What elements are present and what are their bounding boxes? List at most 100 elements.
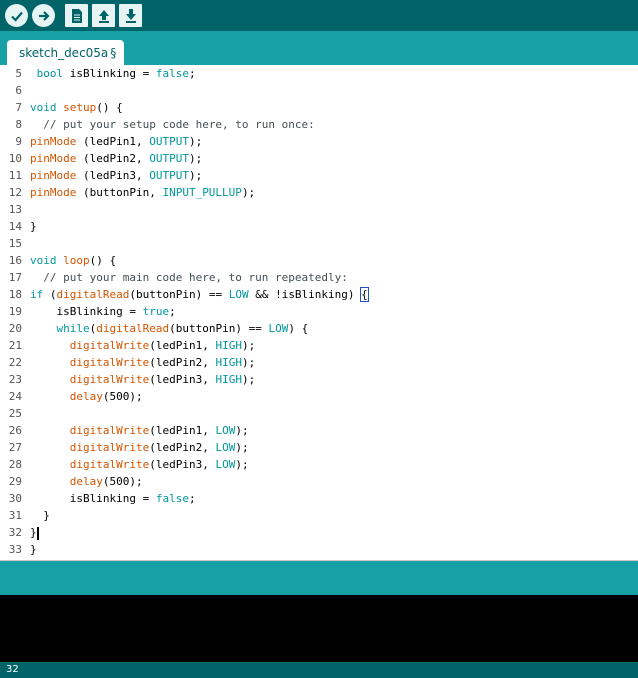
code-line[interactable]: 26 digitalWrite(ledPin1, LOW); [0,422,638,439]
line-number: 33 [8,543,22,556]
line-code: digitalWrite(ledPin2, HIGH); [69,356,256,369]
code-line[interactable]: 32} [0,524,638,541]
checkmark-icon [10,9,24,23]
line-code: } [30,220,37,233]
status-bar: 32 [0,662,638,678]
open-button[interactable] [92,4,115,27]
line-code: digitalWrite(ledPin2, LOW); [69,441,249,454]
line-code: } [30,526,39,540]
line-number: 28 [8,458,22,471]
line-number: 16 [8,254,22,267]
code-line[interactable]: 22 digitalWrite(ledPin2, HIGH); [0,354,638,371]
code-line[interactable]: 28 digitalWrite(ledPin3, LOW); [0,456,638,473]
new-file-icon [70,8,84,24]
code-line[interactable]: 7 void setup() { [0,99,638,116]
line-code: pinMode (ledPin3, OUTPUT); [30,169,203,182]
line-code: digitalWrite(ledPin3, HIGH); [69,373,256,386]
save-arrow-down-icon [124,8,138,24]
line-number: 14 [8,220,22,233]
code-line[interactable]: 9 pinMode (ledPin1, OUTPUT); [0,133,638,150]
code-line[interactable]: 23 digitalWrite(ledPin3, HIGH); [0,371,638,388]
line-number: 11 [8,169,22,182]
code-line[interactable]: 33} [0,541,638,558]
line-code: if (digitalRead(buttonPin) == LOW && !is… [30,287,369,302]
line-number: 7 [15,101,22,114]
code-line[interactable]: 13 [0,201,638,218]
line-code: // put your setup code here, to run once… [43,118,315,131]
code-line[interactable]: 6 [0,82,638,99]
line-code: void loop() { [30,254,117,267]
line-number: 22 [8,356,22,369]
line-code: delay(500); [69,475,143,488]
line-number: 32 [8,526,22,539]
code-lines: 5 bool isBlinking = false; 6 7 void setup()… [0,65,638,558]
code-line[interactable]: 24 delay(500); [0,388,638,405]
line-number: 31 [8,509,22,522]
toolbar [0,0,638,31]
code-line[interactable]: 16 void loop() { [0,252,638,269]
message-bar [0,561,638,595]
line-number: 29 [8,475,22,488]
code-line[interactable]: 10 pinMode (ledPin2, OUTPUT); [0,150,638,167]
code-line[interactable]: 8 // put your setup code here, to run on… [0,116,638,133]
code-line[interactable]: 12 pinMode (buttonPin, INPUT_PULLUP); [0,184,638,201]
line-code: pinMode (ledPin2, OUTPUT); [30,152,203,165]
line-number: 13 [8,203,22,216]
line-code: pinMode (buttonPin, INPUT_PULLUP); [30,186,256,199]
line-code: } [30,543,37,556]
code-line[interactable]: 19 isBlinking = true; [0,303,638,320]
line-number: 8 [15,118,22,131]
line-number: 9 [15,135,22,148]
line-code: pinMode (ledPin1, OUTPUT); [30,135,203,148]
code-line[interactable]: 20 while(digitalRead(buttonPin) == LOW) … [0,320,638,337]
line-code: isBlinking = true; [30,305,176,318]
code-line[interactable]: 18 if (digitalRead(buttonPin) == LOW && !… [0,286,638,303]
tab-label: sketch_dec05a [19,45,109,60]
code-line[interactable]: 14} [0,218,638,235]
line-number: 5 [15,67,22,80]
line-code: while(digitalRead(buttonPin) == LOW) { [56,322,309,335]
code-line[interactable]: 31 } [0,507,638,524]
code-line[interactable]: 11 pinMode (ledPin3, OUTPUT); [0,167,638,184]
tab-sketch[interactable]: sketch_dec05a § [7,40,125,65]
code-line[interactable]: 17 // put your main code here, to run re… [0,269,638,286]
line-code: // put your main code here, to run repea… [43,271,348,284]
code-line[interactable]: 29 delay(500); [0,473,638,490]
code-line[interactable]: 15 [0,235,638,252]
line-number: 25 [8,407,22,420]
line-code: void setup() { [30,101,123,114]
line-number: 26 [8,424,22,437]
verify-button[interactable] [5,4,28,27]
line-code: } [30,509,50,522]
line-number: 21 [8,339,22,352]
open-arrow-up-icon [97,8,111,24]
line-number: 23 [8,373,22,386]
code-line[interactable]: 5 bool isBlinking = false; [0,65,638,82]
line-code: isBlinking = false; [30,492,196,505]
line-number: 10 [8,152,22,165]
code-line[interactable]: 27 digitalWrite(ledPin2, LOW); [0,439,638,456]
line-number: 30 [8,492,22,505]
line-code: digitalWrite(ledPin1, LOW); [69,424,249,437]
line-number: 17 [8,271,22,284]
code-line[interactable]: 21 digitalWrite(ledPin1, HIGH); [0,337,638,354]
console-output [0,595,638,662]
upload-button[interactable] [32,4,55,27]
line-code: digitalWrite(ledPin3, LOW); [69,458,249,471]
line-number: 6 [15,84,22,97]
line-number: 12 [8,186,22,199]
tab-section-mark: § [110,45,117,60]
status-line-number: 32 [6,664,19,675]
line-code: delay(500); [69,390,143,403]
line-number: 15 [8,237,22,250]
tab-strip: sketch_dec05a § [0,31,638,65]
line-code: digitalWrite(ledPin1, HIGH); [69,339,256,352]
save-button[interactable] [119,4,142,27]
new-button[interactable] [65,4,88,27]
arrow-right-icon [37,9,51,23]
code-line[interactable]: 25 [0,405,638,422]
code-line[interactable]: 30 isBlinking = false; [0,490,638,507]
line-number: 20 [8,322,22,335]
line-code: bool isBlinking = false; [36,67,196,80]
code-editor[interactable]: 5 bool isBlinking = false; 6 7 void setup()… [0,65,638,560]
